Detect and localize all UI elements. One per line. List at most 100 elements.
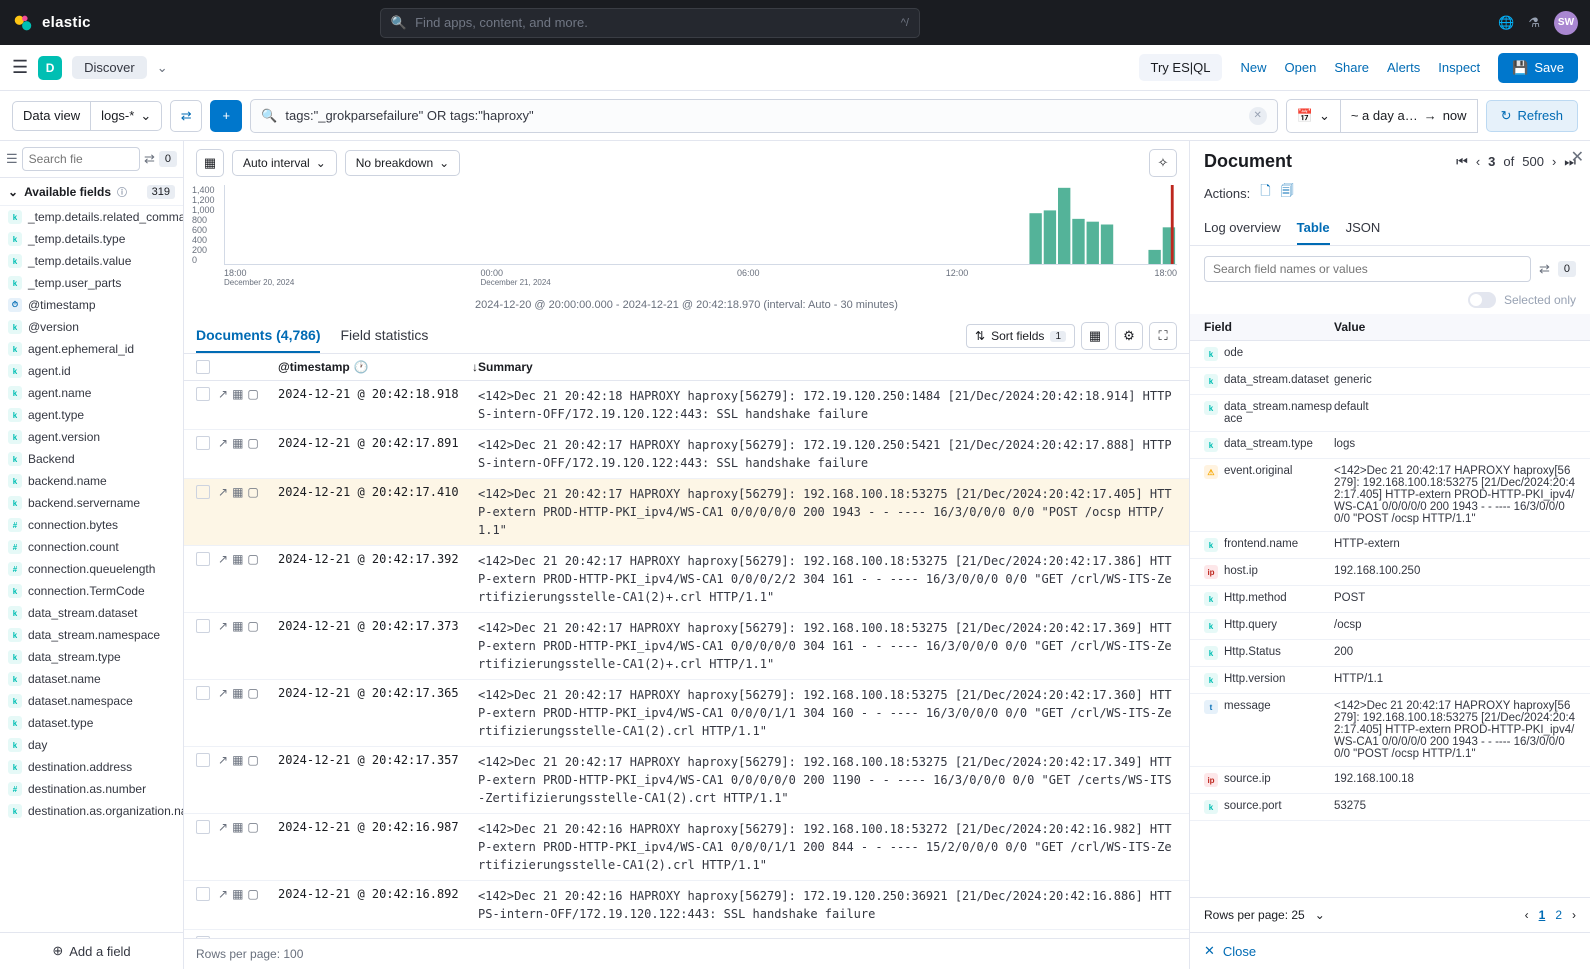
table-row[interactable]: ↗ ▦ ▢ 2024-12-21 @ 20:42:16.741 <142>Dec… xyxy=(184,930,1189,938)
brand-logo[interactable]: elastic xyxy=(12,12,91,34)
histogram-chart[interactable]: 1,4001,2001,0008006004002000 18:00Decemb… xyxy=(184,185,1189,295)
field-item[interactable]: kdestination.as.organization.name xyxy=(0,800,183,822)
field-item[interactable]: kdata_stream.type xyxy=(0,646,183,668)
row-checkbox[interactable] xyxy=(196,552,210,566)
row-checkbox[interactable] xyxy=(196,887,210,901)
open-button[interactable]: Open xyxy=(1285,60,1317,75)
page-2[interactable]: 2 xyxy=(1555,908,1562,922)
view-icon[interactable]: ▦ xyxy=(232,820,243,834)
table-row[interactable]: ↗ ▦ ▢ 2024-12-21 @ 20:42:17.365 <142>Dec… xyxy=(184,680,1189,747)
flyout-field-row[interactable]: ⚠event.original <142>Dec 21 20:42:17 HAP… xyxy=(1190,459,1590,532)
field-item[interactable]: kconnection.TermCode xyxy=(0,580,183,602)
time-picker-calendar[interactable]: 📅⌄ xyxy=(1286,99,1341,133)
view-icon[interactable]: ▦ xyxy=(232,552,243,566)
next-page-icon[interactable]: › xyxy=(1572,908,1576,922)
table-row[interactable]: ↗ ▦ ▢ 2024-12-21 @ 20:42:17.891 <142>Dec… xyxy=(184,430,1189,479)
view-icon[interactable]: ▦ xyxy=(232,387,243,401)
next-page-icon[interactable]: › xyxy=(1552,154,1556,169)
flyout-field-row[interactable]: kdata_stream.dataset generic xyxy=(1190,368,1590,395)
row-checkbox[interactable] xyxy=(196,619,210,633)
add-filter-button[interactable]: + xyxy=(210,100,242,132)
row-checkbox[interactable] xyxy=(196,753,210,767)
copy-icon[interactable]: ▢ xyxy=(247,753,258,767)
filter-icon[interactable]: ⇄ xyxy=(1539,261,1550,277)
expand-icon[interactable]: ↗ xyxy=(218,753,228,767)
single-doc-icon[interactable]: 🗋 xyxy=(1260,182,1270,204)
table-row[interactable]: ↗ ▦ ▢ 2024-12-21 @ 20:42:17.392 <142>Dec… xyxy=(184,546,1189,613)
share-button[interactable]: Share xyxy=(1334,60,1369,75)
time-picker-range[interactable]: ~ a day a… → now xyxy=(1341,99,1478,133)
alerts-button[interactable]: Alerts xyxy=(1387,60,1420,75)
copy-icon[interactable]: ▢ xyxy=(247,820,258,834)
view-icon[interactable]: ▦ xyxy=(232,485,243,499)
flyout-field-row[interactable]: kode xyxy=(1190,341,1590,368)
field-item[interactable]: k_temp.details.type xyxy=(0,228,183,250)
expand-icon[interactable]: ↗ xyxy=(218,820,228,834)
field-item[interactable]: #connection.count xyxy=(0,536,183,558)
menu-icon[interactable]: ☰ xyxy=(12,57,28,78)
query-input[interactable]: 🔍 tags:"_grokparsefailure" OR tags:"hapr… xyxy=(250,99,1278,133)
field-item[interactable]: #connection.bytes xyxy=(0,514,183,536)
field-item[interactable]: kbackend.name xyxy=(0,470,183,492)
flyout-field-row[interactable]: iphost.ip 192.168.100.250 xyxy=(1190,559,1590,586)
data-view-label[interactable]: Data view xyxy=(12,101,91,131)
field-item[interactable]: #destination.as.number xyxy=(0,778,183,800)
expand-icon[interactable]: ↗ xyxy=(218,887,228,901)
field-item[interactable]: #connection.queuelength xyxy=(0,558,183,580)
field-item[interactable]: kday xyxy=(0,734,183,756)
refresh-button[interactable]: ↻ Refresh xyxy=(1486,100,1578,132)
view-icon[interactable]: ▦ xyxy=(232,619,243,633)
globe-icon[interactable]: 🌐 xyxy=(1498,15,1514,31)
fullscreen-button[interactable]: ⛶ xyxy=(1149,322,1177,350)
field-item[interactable]: ⏱@timestamp xyxy=(0,294,183,316)
field-item[interactable]: kagent.name xyxy=(0,382,183,404)
interval-select[interactable]: Auto interval⌄ xyxy=(232,150,337,176)
save-button[interactable]: 💾 Save xyxy=(1498,53,1578,83)
prev-page-icon[interactable]: ‹ xyxy=(1476,154,1480,169)
expand-icon[interactable]: ↗ xyxy=(218,485,228,499)
table-row[interactable]: ↗ ▦ ▢ 2024-12-21 @ 20:42:17.410 <142>Dec… xyxy=(184,479,1189,546)
row-checkbox[interactable] xyxy=(196,686,210,700)
view-icon[interactable]: ▦ xyxy=(232,753,243,767)
sidebar-toggle-icon[interactable]: ☰ xyxy=(6,151,18,167)
field-item[interactable]: k@version xyxy=(0,316,183,338)
expand-icon[interactable]: ↗ xyxy=(218,552,228,566)
flyout-field-row[interactable]: kfrontend.name HTTP-extern xyxy=(1190,532,1590,559)
lens-button[interactable]: ✧ xyxy=(1149,149,1177,177)
tab-log-overview[interactable]: Log overview xyxy=(1204,212,1281,245)
chevron-down-icon[interactable]: ⌄ xyxy=(157,60,168,76)
row-checkbox[interactable] xyxy=(196,436,210,450)
surrounding-docs-icon[interactable]: 🗐 xyxy=(1281,182,1294,204)
field-item[interactable]: k_temp.details.value xyxy=(0,250,183,272)
col-summary[interactable]: Summary xyxy=(478,360,1177,374)
filter-icon-button[interactable]: ⇄ xyxy=(170,100,202,132)
table-row[interactable]: ↗ ▦ ▢ 2024-12-21 @ 20:42:16.987 <142>Dec… xyxy=(184,814,1189,881)
field-item[interactable]: kdata_stream.namespace xyxy=(0,624,183,646)
copy-icon[interactable]: ▢ xyxy=(247,485,258,499)
view-icon[interactable]: ▦ xyxy=(232,436,243,450)
new-button[interactable]: New xyxy=(1240,60,1266,75)
flyout-field-row[interactable]: kHttp.query /ocsp xyxy=(1190,613,1590,640)
flyout-field-row[interactable]: kHttp.version HTTP/1.1 xyxy=(1190,667,1590,694)
field-item[interactable]: k_temp.user_parts xyxy=(0,272,183,294)
grid-density-button[interactable]: ▦ xyxy=(1081,322,1109,350)
field-item[interactable]: kdataset.type xyxy=(0,712,183,734)
data-view-selector[interactable]: logs-*⌄ xyxy=(91,101,162,131)
try-esql-button[interactable]: Try ES|QL xyxy=(1139,54,1223,81)
first-page-icon[interactable]: ⏮ xyxy=(1456,154,1468,170)
row-checkbox[interactable] xyxy=(196,485,210,499)
selected-only-toggle[interactable] xyxy=(1468,292,1496,308)
copy-icon[interactable]: ▢ xyxy=(247,387,258,401)
tab-documents[interactable]: Documents (4,786) xyxy=(196,319,320,353)
copy-icon[interactable]: ▢ xyxy=(247,436,258,450)
field-item[interactable]: kagent.id xyxy=(0,360,183,382)
view-icon[interactable]: ▦ xyxy=(232,686,243,700)
close-flyout-icon[interactable]: ✕ xyxy=(1571,147,1584,167)
flyout-rows-per-page[interactable]: Rows per page: 25 xyxy=(1204,908,1305,922)
col-timestamp[interactable]: @timestamp 🕐↓ xyxy=(278,360,478,374)
flyout-field-row[interactable]: kdata_stream.type logs xyxy=(1190,432,1590,459)
tab-json[interactable]: JSON xyxy=(1346,212,1381,245)
tab-field-statistics[interactable]: Field statistics xyxy=(340,319,428,353)
copy-icon[interactable]: ▢ xyxy=(247,552,258,566)
table-row[interactable]: ↗ ▦ ▢ 2024-12-21 @ 20:42:17.373 <142>Dec… xyxy=(184,613,1189,680)
